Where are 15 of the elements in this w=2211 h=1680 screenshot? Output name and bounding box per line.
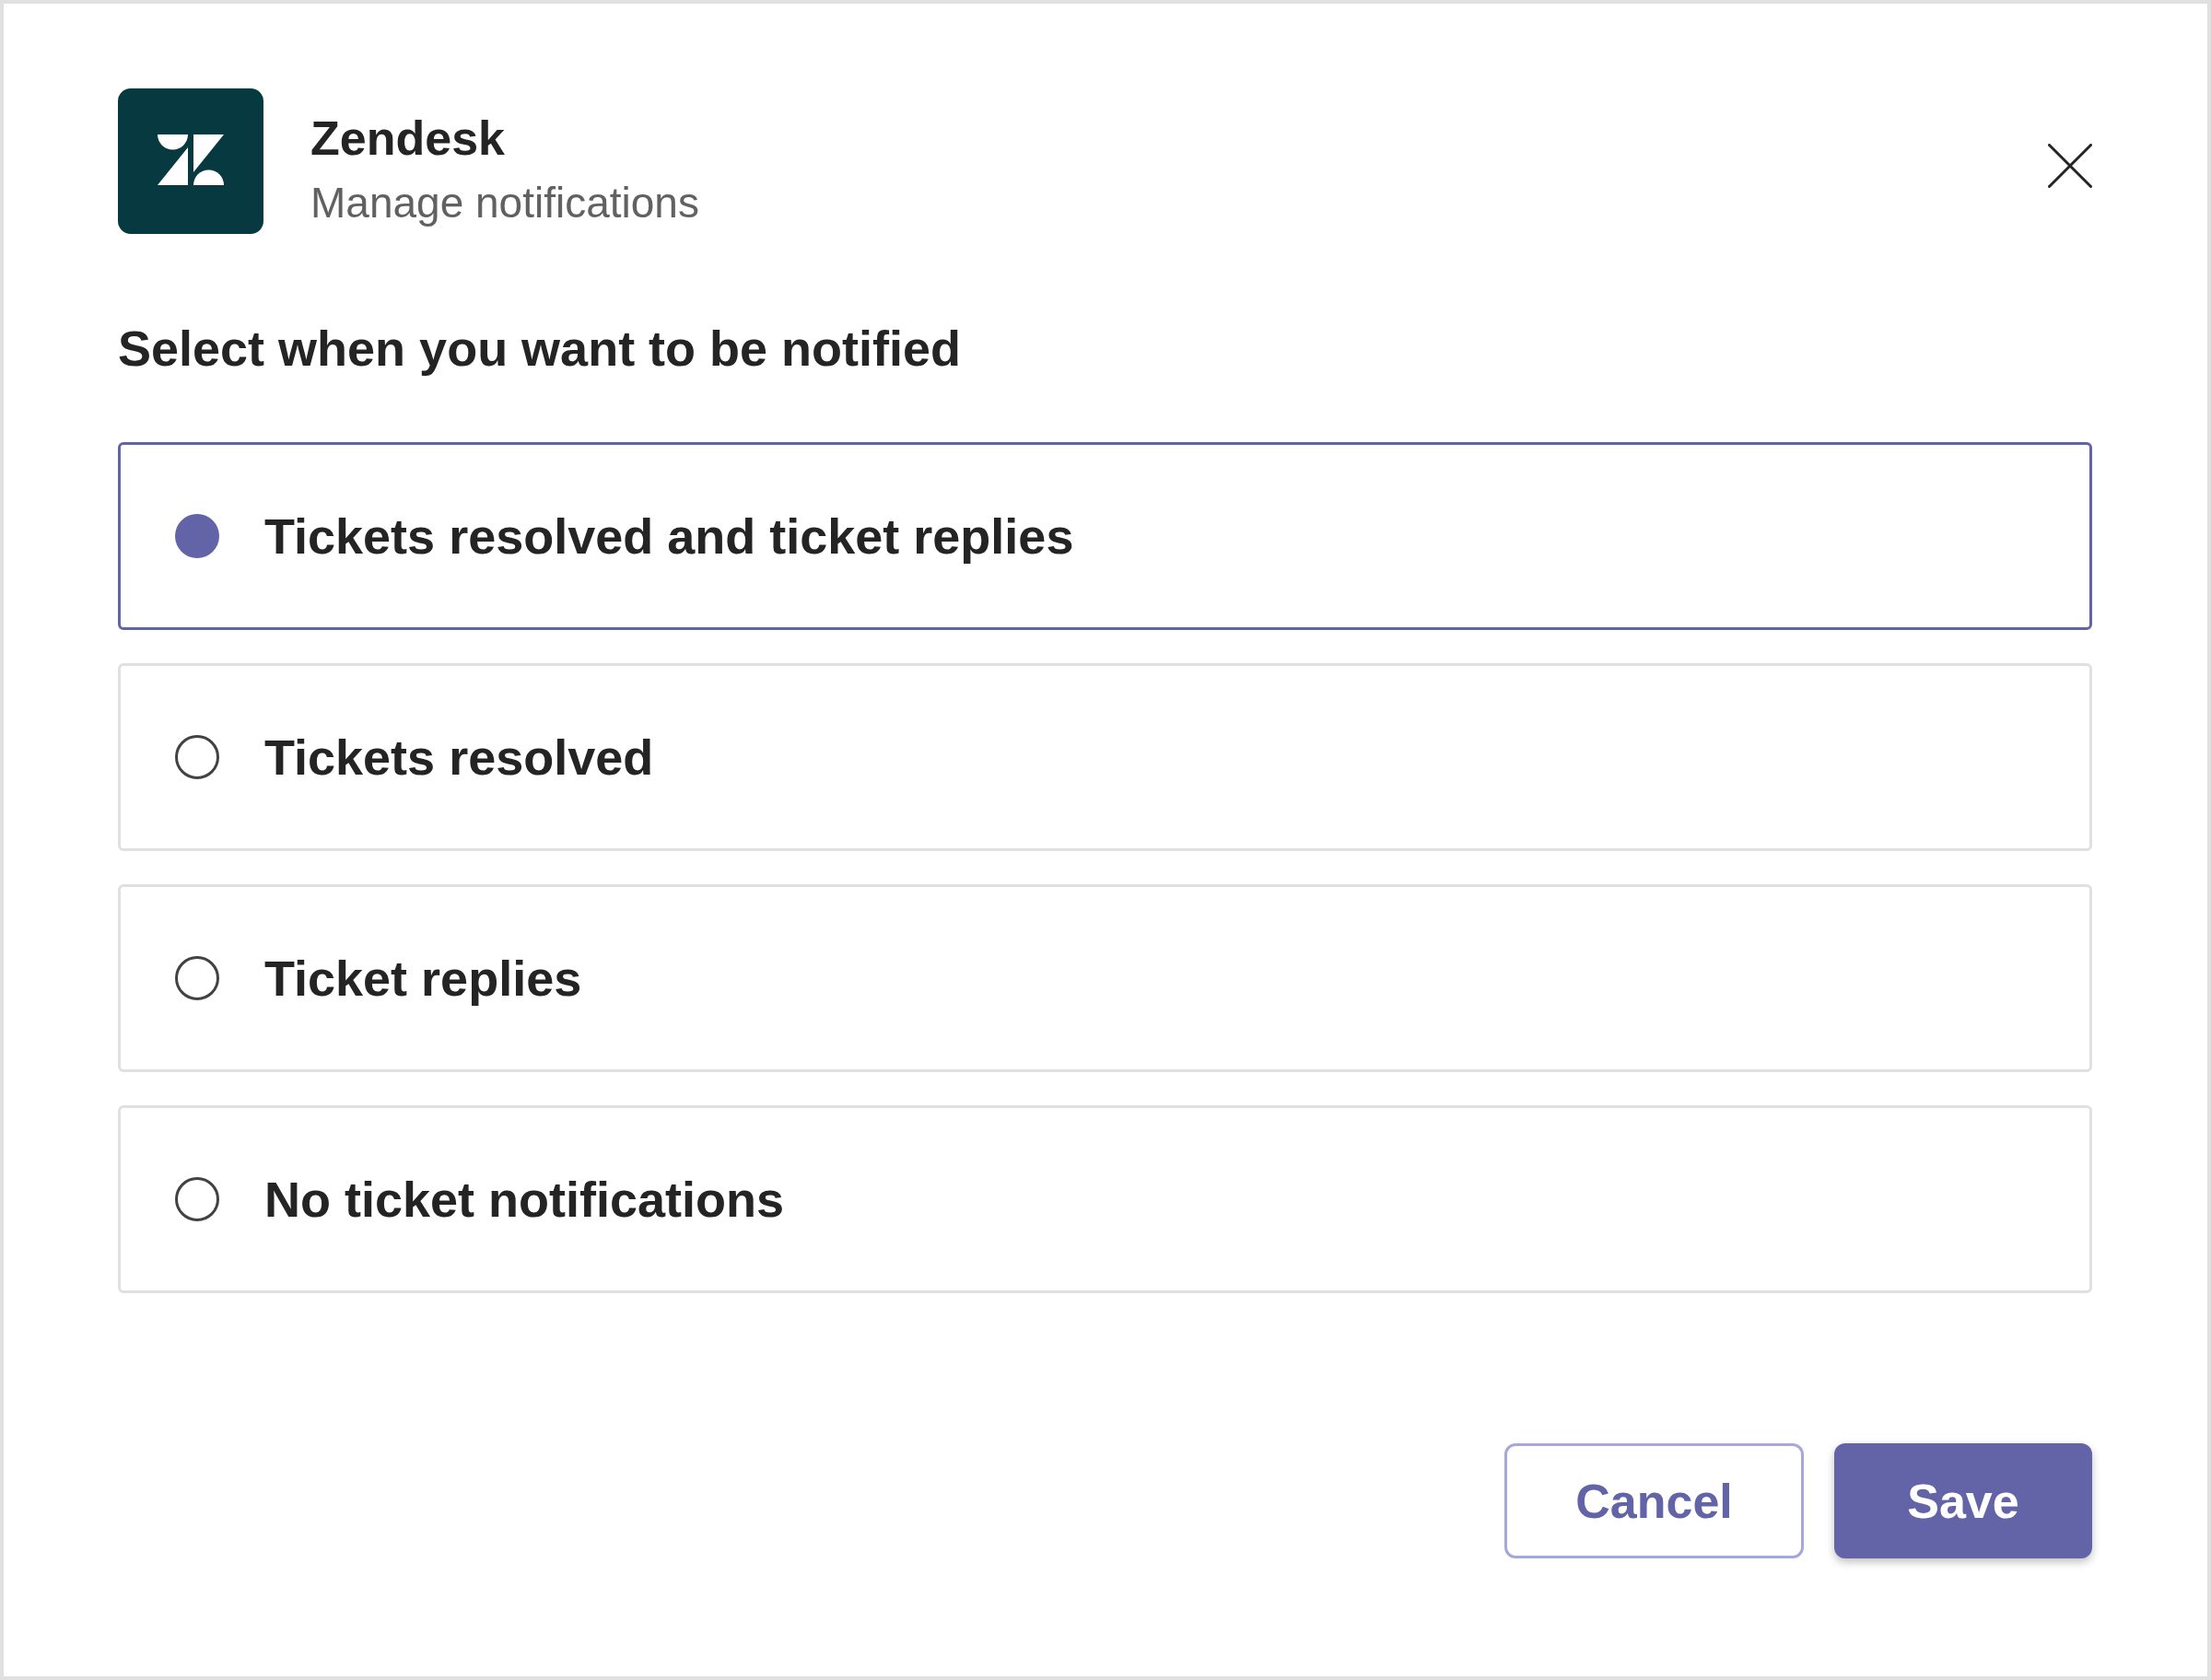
radio-option[interactable]: Tickets resolved bbox=[118, 663, 2092, 851]
radio-icon[interactable] bbox=[175, 1177, 219, 1221]
radio-icon[interactable] bbox=[175, 735, 219, 779]
radio-icon[interactable] bbox=[175, 514, 219, 558]
prompt-text: Select when you want to be notified bbox=[118, 320, 962, 378]
cancel-button[interactable]: Cancel bbox=[1504, 1443, 1804, 1558]
radio-option[interactable]: Ticket replies bbox=[118, 884, 2092, 1072]
dialog-subtitle: Manage notifications bbox=[310, 178, 699, 228]
radio-option[interactable]: Tickets resolved and ticket replies bbox=[118, 442, 2092, 630]
app-name: Zendesk bbox=[310, 111, 505, 167]
radio-icon[interactable] bbox=[175, 956, 219, 1000]
save-button[interactable]: Save bbox=[1834, 1443, 2092, 1558]
close-icon[interactable] bbox=[2048, 144, 2092, 188]
radio-option[interactable]: No ticket notifications bbox=[118, 1105, 2092, 1293]
z-logo-icon bbox=[118, 88, 263, 234]
